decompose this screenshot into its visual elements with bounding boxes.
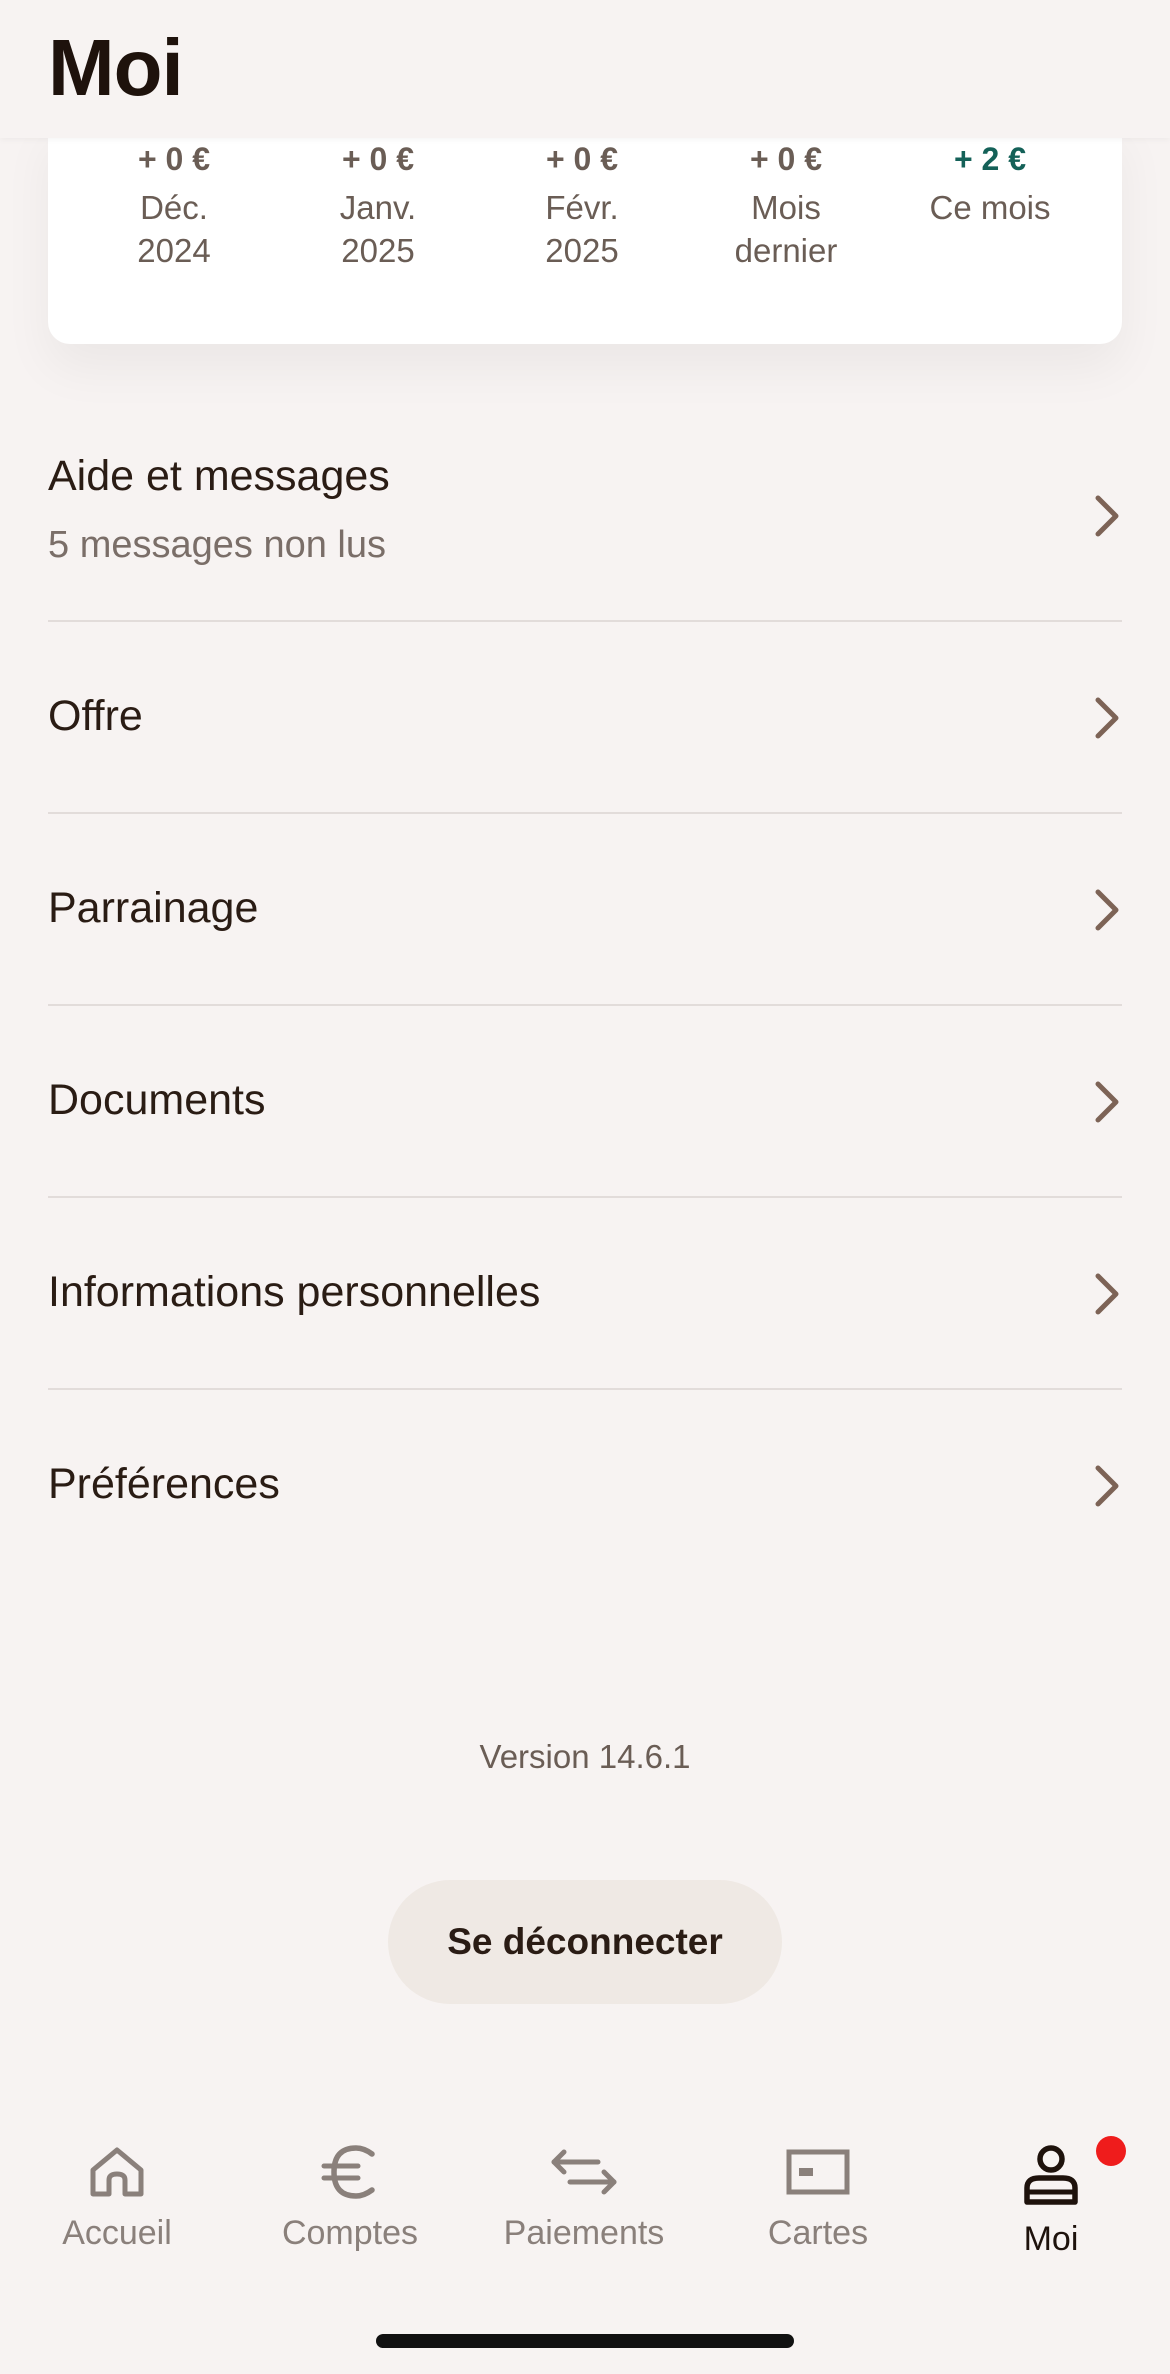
month-amount: + 0 €	[137, 141, 211, 177]
chevron-right-icon	[1095, 1081, 1119, 1123]
month-column: + 0 € Janv. 2025	[288, 138, 468, 272]
menu-item-subtitle: 5 messages non lus	[48, 524, 386, 566]
tab-label: Moi	[1023, 2220, 1079, 2258]
month-amount: + 0 €	[545, 141, 619, 177]
header: Moi	[0, 0, 1170, 138]
menu-item-title: Parrainage	[48, 884, 259, 932]
home-icon	[90, 2147, 144, 2197]
tab-home[interactable]: Accueil	[17, 2144, 217, 2284]
chevron-right-icon	[1095, 1465, 1119, 1507]
tab-payments[interactable]: Paiements	[484, 2144, 684, 2284]
app-version: Version 14.6.1	[479, 1738, 691, 1775]
menu-item-preferences[interactable]: Préférences	[48, 1390, 1122, 1582]
tab-cards[interactable]: Cartes	[718, 2144, 918, 2284]
month-amount: + 0 €	[749, 141, 823, 177]
month-amount: + 0 €	[341, 141, 415, 177]
page-title: Moi	[48, 23, 184, 112]
tab-label: Paiements	[503, 2214, 665, 2252]
menu-item-title: Informations personnelles	[48, 1268, 541, 1316]
transfer-arrows-icon	[551, 2149, 617, 2195]
menu-item-title: Préférences	[48, 1460, 280, 1508]
notification-badge	[1096, 2136, 1126, 2166]
tab-accounts[interactable]: Comptes	[250, 2144, 450, 2284]
chevron-right-icon	[1095, 1273, 1119, 1315]
menu-item-referral[interactable]: Parrainage	[48, 814, 1122, 1006]
settings-menu: Aide et messages 5 messages non lus Offr…	[48, 416, 1122, 1582]
month-label: Janv. 2025	[339, 189, 417, 269]
chevron-right-icon	[1095, 495, 1119, 537]
month-label: Déc. 2024	[137, 189, 211, 269]
month-column: + 0 € Mois dernier	[696, 138, 876, 272]
menu-item-personal-info[interactable]: Informations personnelles	[48, 1198, 1122, 1390]
user-icon	[1024, 2145, 1078, 2205]
tab-label: Comptes	[281, 2214, 419, 2252]
monthly-summary-card: + 0 € Déc. 2024 + 0 € Janv. 2025 + 0 € F…	[48, 120, 1122, 344]
euro-icon	[321, 2145, 375, 2199]
menu-item-title: Offre	[48, 692, 143, 740]
card-icon	[786, 2149, 850, 2195]
month-column-current: + 2 € Ce mois	[900, 138, 1080, 229]
menu-item-documents[interactable]: Documents	[48, 1006, 1122, 1198]
menu-item-title: Documents	[48, 1076, 266, 1124]
logout-button[interactable]: Se déconnecter	[388, 1880, 782, 2004]
tab-label: Cartes	[767, 2214, 869, 2252]
menu-item-title: Aide et messages	[48, 452, 390, 500]
month-label: Ce mois	[929, 189, 1051, 226]
tab-me[interactable]: Moi	[951, 2144, 1151, 2284]
month-column: + 0 € Déc. 2024	[84, 138, 264, 272]
month-column: + 0 € Févr. 2025	[492, 138, 672, 272]
chevron-right-icon	[1095, 697, 1119, 739]
menu-item-help-messages[interactable]: Aide et messages 5 messages non lus	[48, 416, 1122, 622]
month-label: Févr. 2025	[545, 189, 619, 269]
month-amount: + 2 €	[953, 141, 1027, 177]
chevron-right-icon	[1095, 889, 1119, 931]
month-label: Mois dernier	[734, 189, 838, 269]
home-indicator	[376, 2334, 794, 2348]
tab-label: Accueil	[62, 2214, 172, 2252]
menu-item-offer[interactable]: Offre	[48, 622, 1122, 814]
